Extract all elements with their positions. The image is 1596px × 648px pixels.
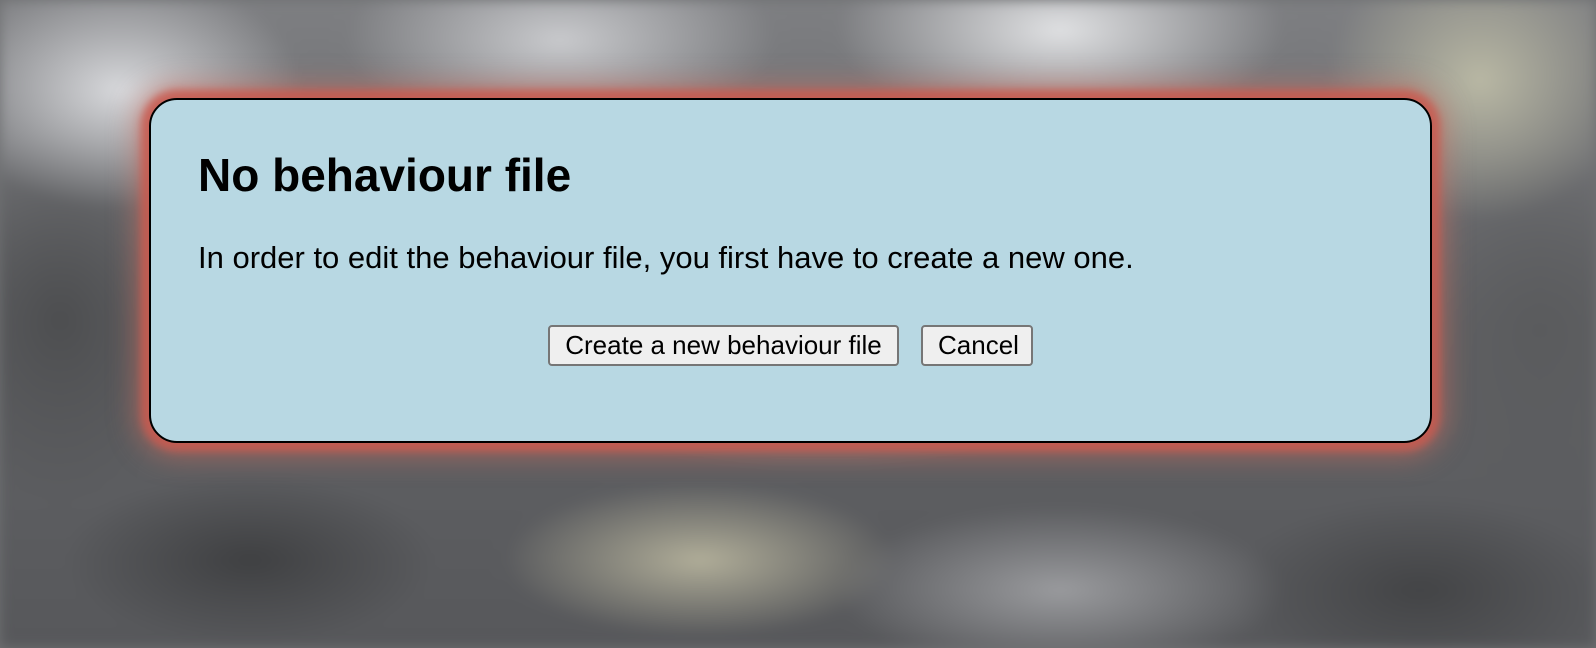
dialog-title: No behaviour file: [198, 149, 572, 201]
no-behaviour-file-dialog: No behaviour file In order to edit the b…: [149, 98, 1432, 443]
dialog-message: In order to edit the behaviour file, you…: [198, 240, 1134, 275]
dialog-button-row: Create a new behaviour file Cancel: [151, 325, 1430, 366]
cancel-button[interactable]: Cancel: [921, 325, 1033, 366]
create-behaviour-file-button[interactable]: Create a new behaviour file: [548, 325, 899, 366]
